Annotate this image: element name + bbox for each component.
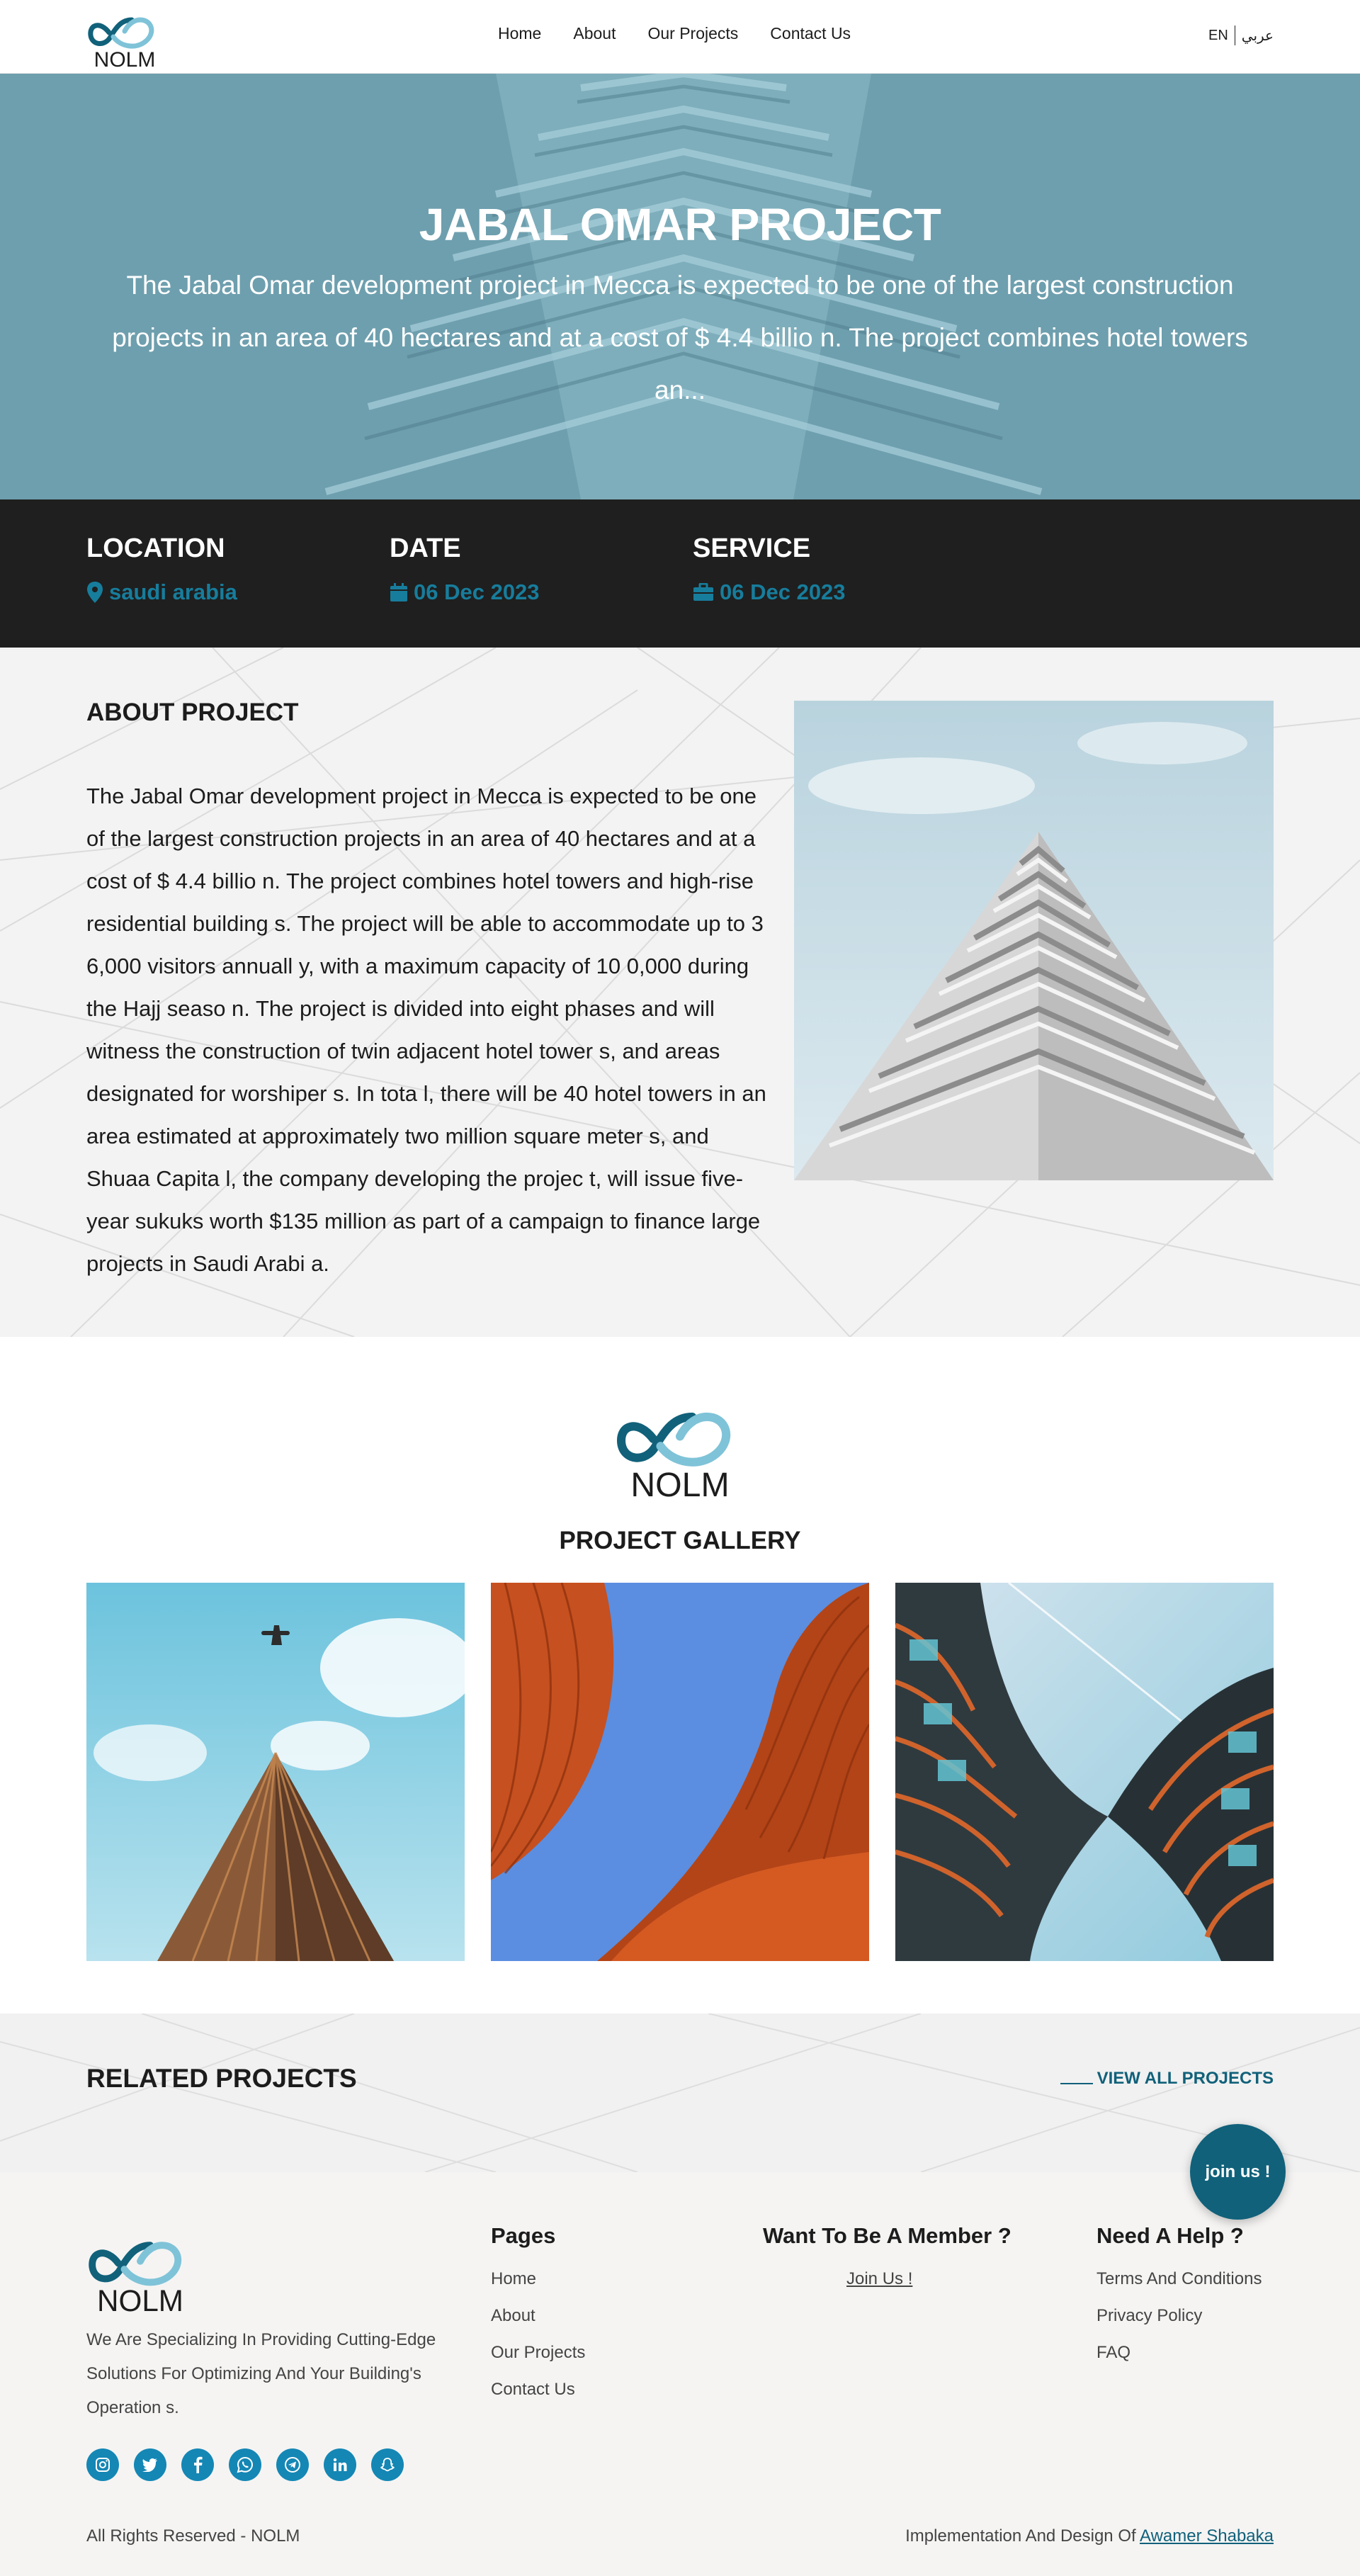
about-title: ABOUT PROJECT [86,699,299,726]
gallery-image-1[interactable] [86,1583,465,1961]
service-value: 06 Dec 2023 [720,580,846,604]
view-all-bar [1060,2083,1093,2084]
about-building-image [794,701,1274,1180]
about-description: The Jabal Omar development project in Me… [86,784,766,1276]
copyright-text: All Rights Reserved - NOLM [86,2526,300,2546]
snapchat-icon[interactable] [371,2448,404,2481]
telegram-icon[interactable] [276,2448,309,2481]
nav-link-home[interactable]: Home [498,24,541,43]
date-label: DATE [390,533,461,563]
member-title: Want To Be A Member ? [763,2223,1012,2248]
svg-text:NOLM: NOLM [97,2284,183,2315]
join-us-floating-button[interactable]: join us ! [1190,2124,1286,2220]
location-label: LOCATION [86,533,225,563]
location-value: saudi arabia [109,580,237,604]
main-nav: Home About Our Projects Contact Us [498,24,883,43]
related-title: RELATED PROJECTS [86,2064,357,2093]
join-us-link[interactable]: Join Us ! [846,2269,912,2289]
pages-list: Home About Our Projects Contact Us [491,2269,585,2417]
hero-description: The Jabal Omar development project in Me… [112,271,1248,405]
date-value-row: 06 Dec 2023 [390,580,540,605]
design-credit: Implementation And Design Of Awamer Shab… [905,2526,1274,2546]
view-all-label: VIEW ALL PROJECTS [1096,2069,1274,2088]
service-value-row: 06 Dec 2023 [693,580,846,605]
footer-link-about[interactable]: About [491,2306,585,2343]
footer-description: We Are Specializing In Providing Cutting… [86,2330,436,2417]
nav-link-contact[interactable]: Contact Us [770,24,851,43]
header-logo[interactable]: NOLM [86,4,163,69]
whatsapp-icon[interactable] [229,2448,261,2481]
gallery-logo: NOLM [614,1390,746,1500]
svg-text:NOLM: NOLM [94,48,156,69]
location-block: LOCATION saudi arabia [86,533,237,605]
help-title: Need A Help ? [1096,2223,1244,2248]
top-navbar: NOLM Home About Our Projects Contact Us … [0,0,1360,74]
date-block: DATE 06 Dec 2023 [390,533,540,605]
project-title: JABAL OMAR PROJECT [419,199,941,250]
hero-banner: JABAL OMAR PROJECT The Jabal Omar develo… [0,74,1360,499]
instagram-icon[interactable] [86,2448,119,2481]
gallery-title: PROJECT GALLERY [559,1527,801,1554]
lang-en[interactable]: EN [1208,28,1228,44]
calendar-icon [390,583,407,601]
footer-link-projects[interactable]: Our Projects [491,2343,585,2380]
project-gallery-section: NOLM PROJECT GALLERY [0,1337,1360,2013]
location-value-row: saudi arabia [86,580,237,605]
map-pin-icon [87,582,103,603]
pages-title: Pages [491,2223,556,2248]
language-switcher: EN عربي [1208,26,1274,45]
service-block: SERVICE 06 Dec 2023 [693,533,846,605]
nav-link-projects[interactable]: Our Projects [647,24,738,43]
footer-link-faq[interactable]: FAQ [1096,2343,1262,2380]
footer-logo[interactable]: NOLM [86,2223,194,2315]
site-footer: NOLM We Are Specializing In Providing Cu… [0,2172,1360,2576]
nav-link-about[interactable]: About [573,24,616,43]
briefcase-icon [693,583,713,601]
project-info-bar: LOCATION saudi arabia DATE 06 Dec 2023 S… [0,499,1360,648]
gallery-image-3[interactable] [895,1583,1274,1961]
footer-link-home[interactable]: Home [491,2269,585,2306]
gallery-image-2[interactable] [491,1583,869,1961]
about-project-section: ABOUT PROJECT The Jabal Omar development… [0,648,1360,1337]
twitter-icon[interactable] [134,2448,166,2481]
svg-text:NOLM: NOLM [630,1466,729,1500]
facebook-icon[interactable] [181,2448,214,2481]
linkedin-icon[interactable] [324,2448,356,2481]
page: NOLM Home About Our Projects Contact Us … [0,0,1360,2576]
related-projects-section: RELATED PROJECTS VIEW ALL PROJECTS [0,2013,1360,2172]
credit-link[interactable]: Awamer Shabaka [1140,2526,1274,2546]
footer-link-privacy[interactable]: Privacy Policy [1096,2306,1262,2343]
date-value: 06 Dec 2023 [414,580,540,604]
social-links [86,2448,419,2481]
credit-prefix: Implementation And Design Of [905,2526,1140,2546]
service-label: SERVICE [693,533,811,563]
footer-link-terms[interactable]: Terms And Conditions [1096,2269,1262,2306]
help-list: Terms And Conditions Privacy Policy FAQ [1096,2269,1262,2380]
view-all-projects-link[interactable]: VIEW ALL PROJECTS [1060,2069,1274,2089]
footer-link-contact[interactable]: Contact Us [491,2380,585,2417]
lang-ar[interactable]: عربي [1242,27,1274,45]
